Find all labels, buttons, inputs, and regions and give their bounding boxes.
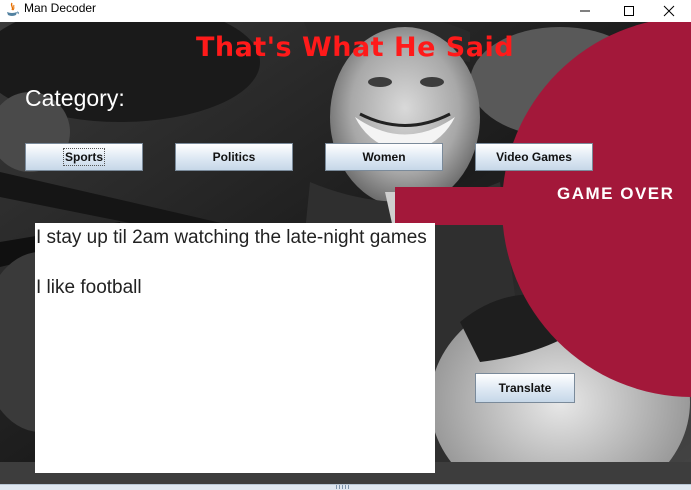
game-over-text: GAME OVER [557, 184, 674, 203]
output-text-area[interactable]: I stay up til 2am watching the late-nigh… [35, 223, 435, 473]
main-panel: GAME OVER That's What He Said Category: … [0, 22, 691, 484]
maximize-button[interactable] [607, 0, 651, 22]
category-label: Category: [25, 85, 125, 111]
close-icon [663, 5, 675, 17]
women-button[interactable]: Women [325, 143, 443, 171]
close-button[interactable] [647, 0, 691, 22]
window-titlebar: Man Decoder [0, 0, 691, 22]
translate-button-label: Translate [498, 381, 552, 395]
video-games-button[interactable]: Video Games [475, 143, 593, 171]
minimize-icon [580, 10, 590, 12]
translate-button[interactable]: Translate [475, 373, 575, 403]
video-games-button-label: Video Games [496, 150, 572, 164]
sports-button-label: Sports [62, 148, 106, 166]
politics-button[interactable]: Politics [175, 143, 293, 171]
minimize-button[interactable] [563, 0, 607, 22]
women-button-label: Women [362, 150, 406, 164]
java-icon [7, 2, 19, 16]
politics-button-label: Politics [212, 150, 256, 164]
sports-button[interactable]: Sports [25, 143, 143, 171]
window-bottom-edge [0, 484, 691, 490]
window-title: Man Decoder [24, 1, 97, 15]
resize-grip[interactable] [336, 485, 350, 489]
page-title: That's What He Said [195, 32, 515, 63]
maximize-icon [624, 6, 634, 16]
